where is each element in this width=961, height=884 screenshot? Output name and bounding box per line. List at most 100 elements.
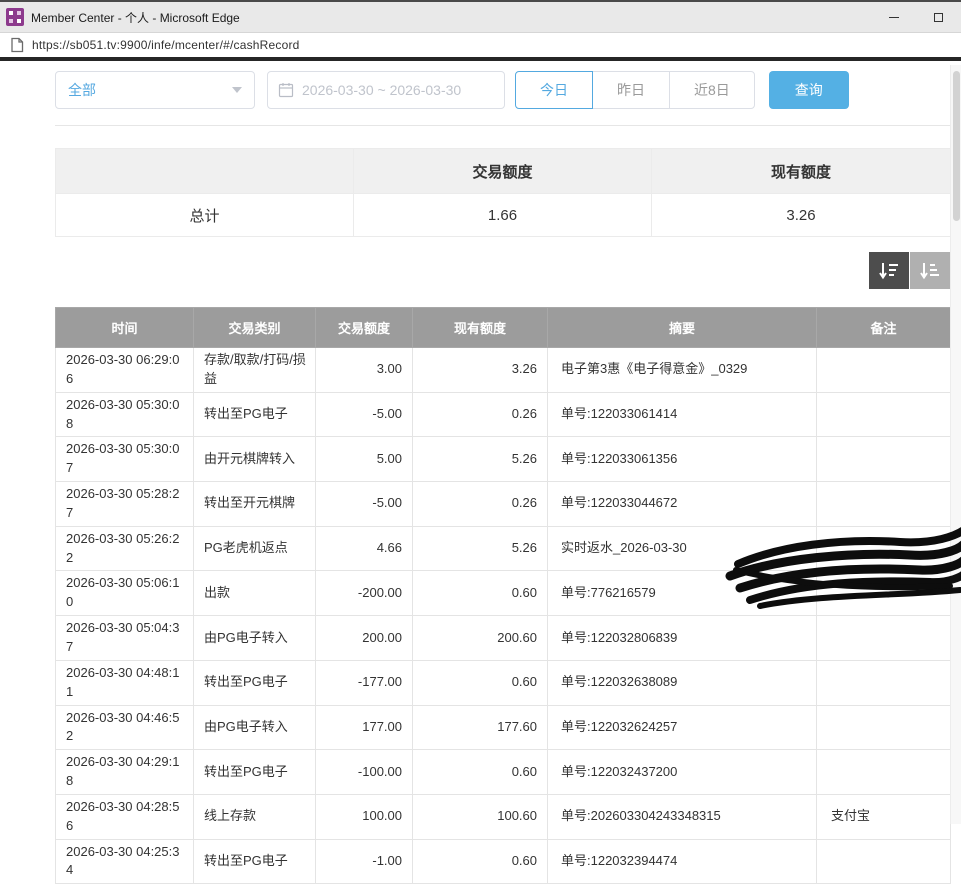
table-cell: 100.00: [316, 794, 413, 839]
table-cell: 0.26: [413, 482, 548, 527]
category-select[interactable]: 全部: [55, 71, 255, 109]
cash-record-page: 全部 2026-03-30 ~ 2026-03-30 今日 昨日 近8日 查询: [0, 65, 950, 824]
table-cell: 2026-03-30 04:25:34: [56, 839, 194, 884]
table-row: 2026-03-30 05:26:22PG老虎机返点4.665.26实时返水_2…: [56, 526, 951, 571]
table-cell: 单号:776216579: [548, 571, 817, 616]
table-cell: 电子第3惠《电子得意金》_0329: [548, 348, 817, 393]
table-row: 2026-03-30 05:28:27转出至开元棋牌-5.000.26单号:12…: [56, 482, 951, 527]
table-cell: -177.00: [316, 660, 413, 705]
table-cell: 3.00: [316, 348, 413, 393]
table-row: 2026-03-30 06:29:06存款/取款/打码/损益3.003.26电子…: [56, 348, 951, 393]
table-cell: -1.00: [316, 839, 413, 884]
table-cell: 200.60: [413, 616, 548, 661]
table-cell: 0.60: [413, 660, 548, 705]
sort-buttons: [869, 252, 950, 289]
table-cell: 2026-03-30 04:29:18: [56, 750, 194, 795]
table-cell: 0.26: [413, 392, 548, 437]
table-cell: 线上存款: [194, 794, 316, 839]
table-cell: 单号:122032806839: [548, 616, 817, 661]
table-cell: 单号:122032437200: [548, 750, 817, 795]
table-cell: 2026-03-30 05:04:37: [56, 616, 194, 661]
summary-total-balance: 3.26: [652, 194, 951, 237]
maximize-icon: [934, 13, 943, 22]
table-cell: 2026-03-30 06:29:06: [56, 348, 194, 393]
table-cell: -5.00: [316, 482, 413, 527]
header-amount: 交易额度: [316, 308, 413, 348]
table-row: 2026-03-30 05:30:08转出至PG电子-5.000.26单号:12…: [56, 392, 951, 437]
table-cell: [817, 392, 951, 437]
summary-table: 交易额度 现有额度 总计 1.66 3.26: [55, 148, 951, 237]
summary-header-balance: 现有额度: [652, 149, 951, 194]
divider: [55, 125, 950, 126]
quick-date-group: 今日 昨日 近8日: [515, 71, 755, 109]
window-title: Member Center - 个人 - Microsoft Edge: [31, 9, 240, 26]
records-table: 时间 交易类别 交易额度 现有额度 摘要 备注 2026-03-30 06:29…: [55, 307, 951, 884]
address-bar[interactable]: https://sb051.tv:9900/infe/mcenter/#/cas…: [0, 33, 961, 61]
table-cell: 0.60: [413, 571, 548, 616]
table-cell: [817, 839, 951, 884]
records-header-row: 时间 交易类别 交易额度 现有额度 摘要 备注: [56, 308, 951, 348]
table-cell: 3.26: [413, 348, 548, 393]
table-cell: 转出至PG电子: [194, 392, 316, 437]
category-select-value: 全部: [68, 80, 96, 100]
table-cell: [817, 616, 951, 661]
table-cell: 0.60: [413, 750, 548, 795]
address-url[interactable]: https://sb051.tv:9900/infe/mcenter/#/cas…: [32, 38, 300, 52]
table-cell: 转出至开元棋牌: [194, 482, 316, 527]
table-cell: 177.60: [413, 705, 548, 750]
table-cell: 5.26: [413, 437, 548, 482]
table-row: 2026-03-30 05:04:37由PG电子转入200.00200.60单号…: [56, 616, 951, 661]
table-cell: 存款/取款/打码/损益: [194, 348, 316, 393]
table-cell: 出款: [194, 571, 316, 616]
table-cell: 2026-03-30 04:48:11: [56, 660, 194, 705]
records-table-body: 2026-03-30 06:29:06存款/取款/打码/损益3.003.26电子…: [56, 348, 951, 884]
table-row: 2026-03-30 04:48:11转出至PG电子-177.000.60单号:…: [56, 660, 951, 705]
maximize-button[interactable]: [916, 2, 961, 33]
date-range-input[interactable]: 2026-03-30 ~ 2026-03-30: [267, 71, 505, 109]
table-cell: 单号:122032638089: [548, 660, 817, 705]
yesterday-button[interactable]: 昨日: [592, 71, 670, 109]
table-cell: PG老虎机返点: [194, 526, 316, 571]
table-row: 2026-03-30 04:46:52由PG电子转入177.00177.60单号…: [56, 705, 951, 750]
scrollbar-track[interactable]: [950, 65, 961, 824]
sort-ascending-icon: [919, 261, 941, 281]
table-cell: [817, 437, 951, 482]
table-cell: 实时返水_2026-03-30: [548, 526, 817, 571]
table-row: 2026-03-30 05:06:10出款-200.000.60单号:77621…: [56, 571, 951, 616]
table-cell: -5.00: [316, 392, 413, 437]
table-cell: [817, 660, 951, 705]
table-cell: 5.26: [413, 526, 548, 571]
sort-ascending-button[interactable]: [910, 252, 950, 289]
table-cell: [817, 482, 951, 527]
chevron-down-icon: [232, 87, 242, 93]
table-cell: 2026-03-30 04:46:52: [56, 705, 194, 750]
table-cell: -200.00: [316, 571, 413, 616]
table-cell: 由开元棋牌转入: [194, 437, 316, 482]
scrollbar-thumb[interactable]: [953, 71, 960, 221]
table-cell: 支付宝: [817, 794, 951, 839]
minimize-button[interactable]: [871, 2, 916, 33]
sort-descending-button[interactable]: [869, 252, 909, 289]
last-8-days-button[interactable]: 近8日: [669, 71, 755, 109]
table-cell: 单号:202603304243348315: [548, 794, 817, 839]
table-cell: 单号:122032624257: [548, 705, 817, 750]
calendar-icon: [278, 82, 294, 98]
table-cell: 2026-03-30 05:28:27: [56, 482, 194, 527]
table-cell: [817, 705, 951, 750]
summary-total-transaction: 1.66: [354, 194, 652, 237]
table-cell: 单号:122033044672: [548, 482, 817, 527]
header-summary: 摘要: [548, 308, 817, 348]
table-cell: 5.00: [316, 437, 413, 482]
table-cell: 2026-03-30 04:28:56: [56, 794, 194, 839]
table-cell: 100.60: [413, 794, 548, 839]
search-button[interactable]: 查询: [769, 71, 849, 109]
table-cell: 200.00: [316, 616, 413, 661]
table-cell: 单号:122032394474: [548, 839, 817, 884]
table-cell: 2026-03-30 05:06:10: [56, 571, 194, 616]
table-cell: 单号:122033061356: [548, 437, 817, 482]
table-cell: [817, 750, 951, 795]
header-type: 交易类别: [194, 308, 316, 348]
table-cell: 转出至PG电子: [194, 839, 316, 884]
table-cell: 转出至PG电子: [194, 660, 316, 705]
today-button[interactable]: 今日: [515, 71, 593, 109]
